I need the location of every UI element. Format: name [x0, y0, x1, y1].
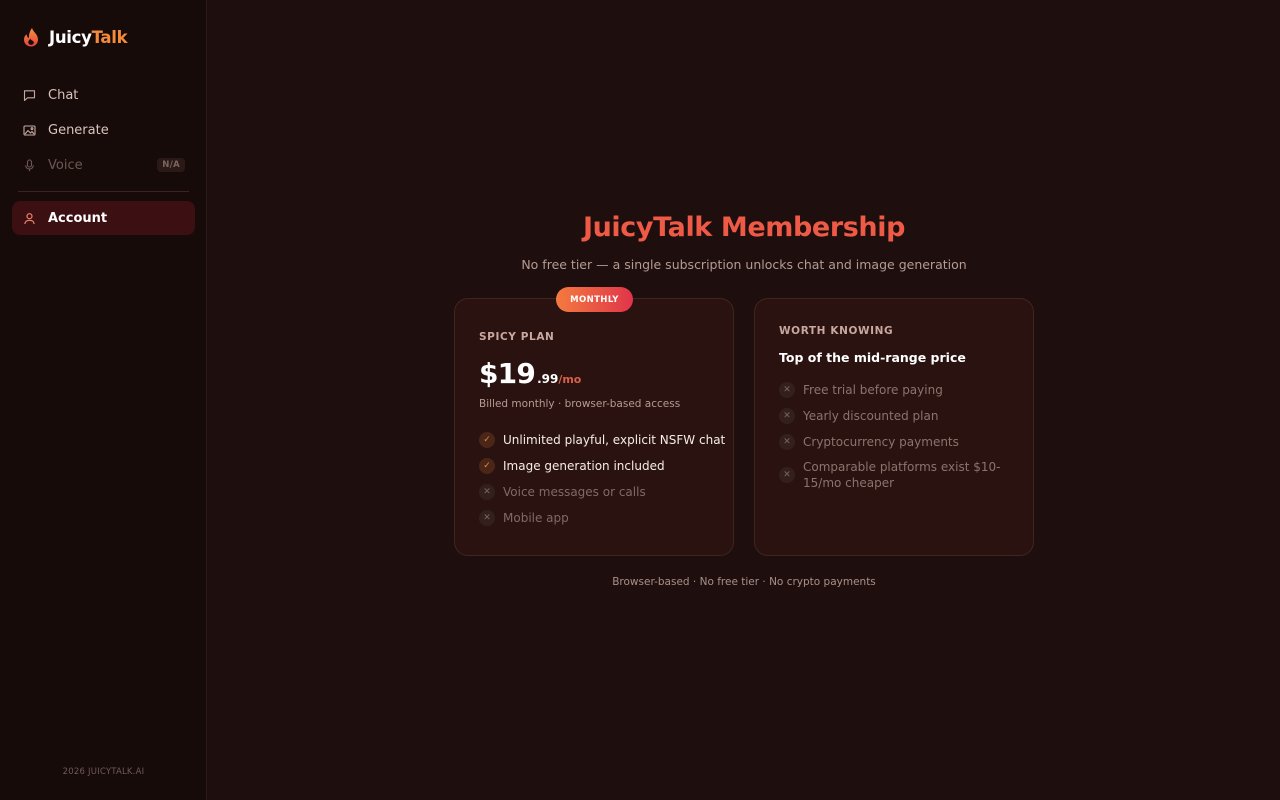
feature-text: Voice messages or calls: [503, 485, 646, 499]
image-icon: [23, 124, 36, 136]
chat-bubble-icon: [23, 89, 36, 101]
feature-item-included: ✓ Unlimited playful, explicit NSFW chat: [479, 427, 725, 453]
check-icon: ✓: [479, 458, 495, 474]
nav-divider: [18, 191, 189, 192]
info-item: ✕ Yearly discounted plan: [779, 403, 1014, 429]
sidebar-item-generate[interactable]: Generate: [12, 113, 195, 147]
sidebar-item-label: Chat: [48, 87, 79, 103]
feature-text: Unlimited playful, explicit NSFW chat: [503, 433, 726, 447]
copyright-text: 2026 JUICYTALK.AI: [62, 767, 145, 777]
price-period: /mo: [558, 373, 582, 386]
sidebar-item-label: Generate: [48, 122, 109, 138]
logo[interactable]: JuicyTalk: [22, 26, 128, 48]
feature-list: ✓ Unlimited playful, explicit NSFW chat …: [479, 427, 725, 531]
x-icon: ✕: [779, 434, 795, 450]
sidebar: JuicyTalk Chat Generate Voice N/A Accoun…: [0, 0, 207, 800]
plan-price: $19 .99 /mo: [479, 357, 581, 390]
logo-text-talk: Talk: [91, 27, 128, 47]
logo-text-juicy: Juicy: [49, 27, 92, 47]
info-headline: Top of the mid-range price: [779, 350, 966, 365]
footnote: Browser-based · No free tier · No crypto…: [612, 576, 876, 588]
sidebar-account-section: Account: [12, 201, 195, 236]
sidebar-item-account[interactable]: Account: [12, 201, 195, 235]
plan-card[interactable]: MONTHLY SPICY PLAN $19 .99 /mo Billed mo…: [454, 287, 734, 556]
info-item: ✕ Comparable platforms exist $10-15/mo c…: [779, 458, 1014, 492]
sidebar-nav: Chat Generate Voice N/A: [12, 78, 195, 183]
info-item: ✕ Cryptocurrency payments: [779, 429, 1014, 455]
plan-name: SPICY PLAN: [479, 331, 555, 343]
sidebar-item-chat[interactable]: Chat: [12, 78, 195, 112]
info-item-text: Comparable platforms exist $10-15/mo che…: [803, 460, 1001, 490]
feature-item-included: ✓ Image generation included: [479, 453, 725, 479]
info-item-text: Cryptocurrency payments: [803, 435, 959, 449]
user-icon: [24, 212, 35, 224]
logo-text: JuicyTalk: [49, 27, 128, 47]
info-item-text: Yearly discounted plan: [803, 409, 939, 423]
price-whole: $19: [479, 357, 536, 390]
check-icon: ✓: [479, 432, 495, 448]
billing-note: Billed monthly · browser-based access: [479, 398, 681, 410]
flame-icon: [24, 28, 38, 47]
price-cents: .99: [537, 372, 559, 386]
sidebar-item-label: Voice: [48, 157, 83, 173]
x-icon: ✕: [479, 510, 495, 526]
feature-item-excluded: ✕ Mobile app: [479, 505, 725, 531]
page-title: JuicyTalk Membership: [582, 212, 906, 243]
x-icon: ✕: [779, 382, 795, 398]
info-list: ✕ Free trial before paying ✕ Yearly disc…: [779, 377, 1014, 492]
plan-ribbon-badge: MONTHLY: [556, 287, 633, 312]
x-icon: ✕: [479, 484, 495, 500]
feature-text: Mobile app: [503, 511, 569, 525]
status-badge: N/A: [157, 158, 185, 172]
feature-text: Image generation included: [503, 459, 665, 473]
x-icon: ✕: [779, 408, 795, 424]
microphone-icon: [25, 158, 34, 171]
info-card-label: WORTH KNOWING: [779, 325, 894, 337]
info-item: ✕ Free trial before paying: [779, 377, 1014, 403]
main-content: JuicyTalk Membership No free tier — a si…: [208, 0, 1280, 800]
info-item-text: Free trial before paying: [803, 383, 943, 397]
info-card: WORTH KNOWING Top of the mid-range price…: [754, 298, 1034, 556]
sidebar-item-label: Account: [48, 210, 108, 226]
page-subtitle: No free tier — a single subscription unl…: [521, 257, 967, 272]
x-icon: ✕: [779, 467, 795, 483]
feature-item-excluded: ✕ Voice messages or calls: [479, 479, 725, 505]
sidebar-item-voice: Voice N/A: [12, 148, 195, 182]
